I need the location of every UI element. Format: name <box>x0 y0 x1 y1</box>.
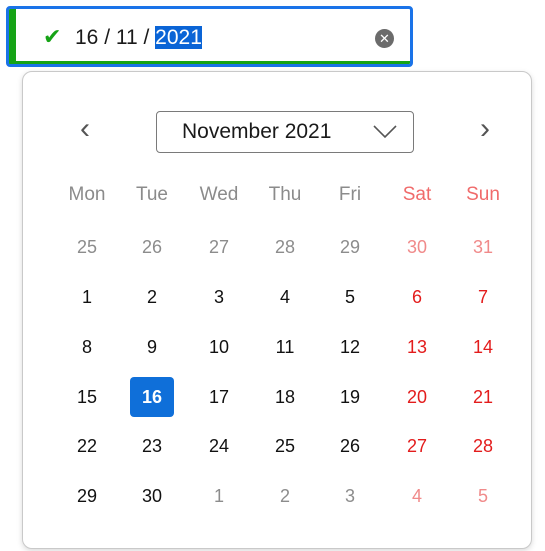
calendar-day[interactable]: 7 <box>461 277 505 317</box>
calendar-day[interactable]: 26 <box>328 426 372 466</box>
date-value-prefix: 16 / 11 / <box>75 26 156 49</box>
date-value[interactable]: 16 / 11 / 2021 <box>75 26 202 50</box>
calendar-day[interactable]: 4 <box>263 277 307 317</box>
calendar-day-outside-month[interactable]: 31 <box>461 227 505 267</box>
calendar-day-outside-month[interactable]: 4 <box>395 476 439 516</box>
calendar-day[interactable]: 9 <box>130 327 174 367</box>
calendar-day[interactable]: 24 <box>197 426 241 466</box>
calendar-day[interactable]: 17 <box>197 377 241 417</box>
month-year-label: November 2021 <box>182 120 332 143</box>
chevron-left-icon[interactable]: ‹ <box>70 114 100 148</box>
calendar-day-outside-month[interactable]: 5 <box>461 476 505 516</box>
weekday-label: Tue <box>135 184 169 205</box>
weekday-label: Wed <box>199 184 239 205</box>
check-icon: ✔ <box>43 24 62 49</box>
calendar-day[interactable]: 28 <box>461 426 505 466</box>
date-input[interactable]: ✔ 16 / 11 / 2021 ✕ <box>6 6 413 67</box>
calendar-day[interactable]: 19 <box>328 377 372 417</box>
calendar-day[interactable]: 23 <box>130 426 174 466</box>
calendar-day[interactable]: 10 <box>197 327 241 367</box>
weekday-label: Mon <box>68 184 106 205</box>
calendar-day-outside-month[interactable]: 28 <box>263 227 307 267</box>
calendar-day[interactable]: 1 <box>65 277 109 317</box>
calendar-day[interactable]: 2 <box>130 277 174 317</box>
weekday-label: Sun <box>466 184 500 205</box>
calendar-day-outside-month[interactable]: 26 <box>130 227 174 267</box>
calendar-day[interactable]: 27 <box>395 426 439 466</box>
weekday-label: Fri <box>338 184 362 205</box>
calendar-day[interactable]: 20 <box>395 377 439 417</box>
calendar-day[interactable]: 22 <box>65 426 109 466</box>
clear-circle-icon[interactable]: ✕ <box>375 29 394 48</box>
weekday-label: Sat <box>402 184 432 205</box>
month-year-select[interactable]: November 2021 <box>156 111 414 153</box>
calendar-day-outside-month[interactable]: 3 <box>328 476 372 516</box>
chevron-down-icon <box>373 125 397 139</box>
valid-underline <box>9 61 410 64</box>
chevron-right-icon[interactable]: › <box>470 114 500 148</box>
calendar-day-outside-month[interactable]: 2 <box>263 476 307 516</box>
calendar-day[interactable]: 25 <box>263 426 307 466</box>
calendar-day[interactable]: 6 <box>395 277 439 317</box>
calendar-day[interactable]: 11 <box>263 327 307 367</box>
valid-indicator-bar <box>9 9 16 64</box>
calendar-day[interactable]: 5 <box>328 277 372 317</box>
date-value-selected-year: 2021 <box>155 26 202 49</box>
calendar-day[interactable]: 29 <box>65 476 109 516</box>
calendar-day[interactable]: 12 <box>328 327 372 367</box>
calendar-day-outside-month[interactable]: 30 <box>395 227 439 267</box>
calendar-day[interactable]: 13 <box>395 327 439 367</box>
calendar-day[interactable]: 3 <box>197 277 241 317</box>
calendar-day[interactable]: 21 <box>461 377 505 417</box>
calendar-day-outside-month[interactable]: 27 <box>197 227 241 267</box>
calendar-day-outside-month[interactable]: 29 <box>328 227 372 267</box>
calendar-day-selected[interactable]: 16 <box>130 377 174 417</box>
calendar-day-outside-month[interactable]: 25 <box>65 227 109 267</box>
calendar-day[interactable]: 18 <box>263 377 307 417</box>
calendar-day[interactable]: 14 <box>461 327 505 367</box>
weekday-label: Thu <box>268 184 302 205</box>
calendar-day[interactable]: 8 <box>65 327 109 367</box>
calendar-day[interactable]: 30 <box>130 476 174 516</box>
calendar-day[interactable]: 15 <box>65 377 109 417</box>
calendar-day-outside-month[interactable]: 1 <box>197 476 241 516</box>
